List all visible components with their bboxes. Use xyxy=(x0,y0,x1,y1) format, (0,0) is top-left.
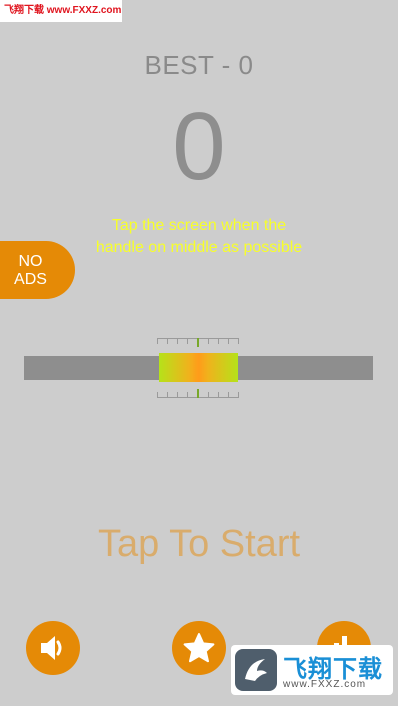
tick xyxy=(167,338,168,344)
watermark-top-text: 飞翔下载 www.FXXZ.com xyxy=(4,5,122,16)
tick-center xyxy=(197,389,199,398)
current-score: 0 xyxy=(172,93,226,200)
tick xyxy=(187,392,188,398)
watermark-logo xyxy=(235,649,277,691)
meter-ticks-top xyxy=(157,338,239,348)
meter-ticks-bottom xyxy=(157,388,239,398)
tick xyxy=(218,392,219,398)
logo-icon xyxy=(245,659,267,681)
no-ads-button[interactable]: NO ADS xyxy=(0,241,75,299)
speaker-icon xyxy=(41,636,62,660)
tick xyxy=(218,338,219,344)
tick xyxy=(157,338,158,344)
tick xyxy=(187,338,188,344)
tick xyxy=(208,338,209,344)
tick xyxy=(167,392,168,398)
tick xyxy=(177,392,178,398)
tick xyxy=(177,338,178,344)
tick xyxy=(238,338,239,344)
sound-button[interactable] xyxy=(26,621,80,675)
rate-button[interactable] xyxy=(172,621,226,675)
best-score-label: BEST - 0 xyxy=(144,50,254,80)
tick xyxy=(238,392,239,398)
tap-to-start-text[interactable]: Tap To Start xyxy=(0,523,398,566)
star-icon xyxy=(183,633,215,663)
tick-center xyxy=(197,338,199,347)
watermark-top: 飞翔下载 www.FXXZ.com xyxy=(0,0,122,22)
watermark-brand-url: www.FXXZ.com xyxy=(283,679,367,690)
tick xyxy=(228,338,229,344)
instruction-text: Tap the screen when the handle on middle… xyxy=(95,217,303,256)
meter-target-zone xyxy=(159,353,238,382)
tick xyxy=(157,392,158,398)
no-ads-line1: NO xyxy=(18,253,43,270)
watermark-bottom: 飞翔下载 www.FXXZ.com xyxy=(231,645,393,695)
tick xyxy=(208,392,209,398)
tick xyxy=(228,392,229,398)
no-ads-line2: ADS xyxy=(14,271,47,288)
